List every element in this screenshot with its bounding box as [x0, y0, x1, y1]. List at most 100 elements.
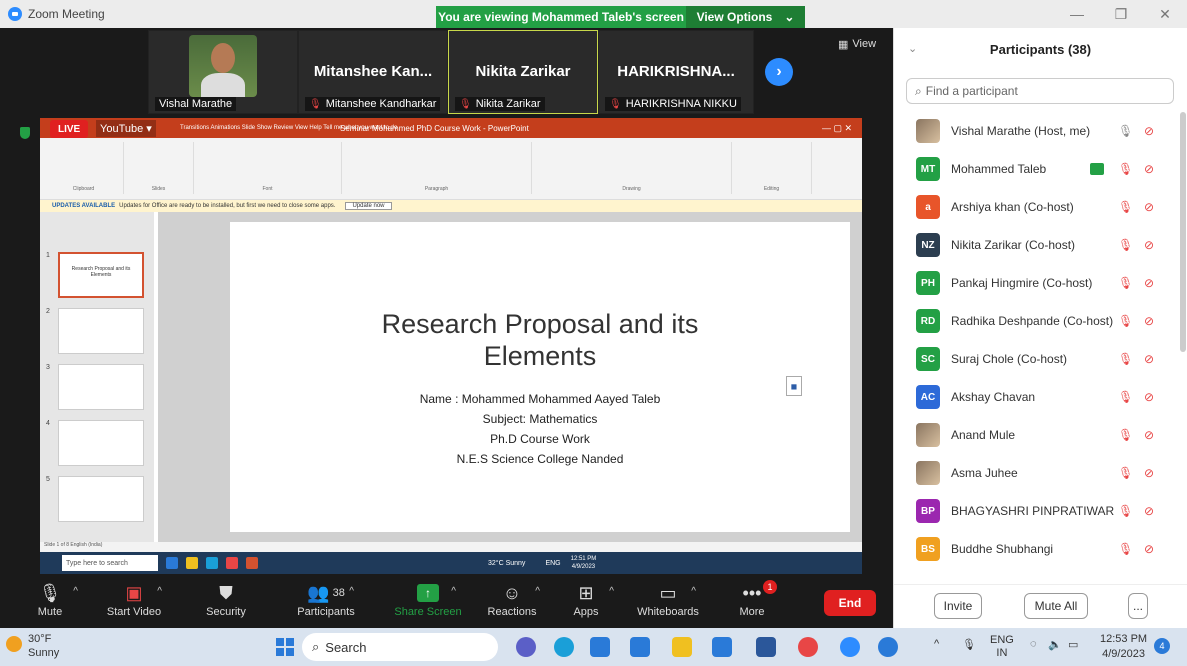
store-icon[interactable]: [590, 637, 610, 657]
video-off-icon[interactable]: ⊘: [1144, 390, 1154, 404]
edge-icon[interactable]: [554, 637, 574, 657]
mic-muted-icon[interactable]: 🎙: [1118, 428, 1133, 442]
view-button[interactable]: ▦ View: [838, 38, 876, 51]
slide-thumbnail[interactable]: [58, 420, 144, 466]
weather-widget[interactable]: 30°F Sunny: [28, 632, 59, 660]
teams-icon[interactable]: [516, 637, 536, 657]
restore-button[interactable]: ❐: [1099, 0, 1143, 28]
video-off-icon[interactable]: ⊘: [1144, 162, 1154, 176]
video-off-icon: ▣: [125, 582, 143, 603]
slide-line: Ph.D Course Work: [490, 432, 590, 446]
chevron-up-icon[interactable]: ^: [934, 638, 939, 650]
whiteboards-button[interactable]: ▭ Whiteboards ^: [628, 580, 708, 624]
view-options-button[interactable]: View Options ⌄: [686, 6, 805, 28]
participant-row[interactable]: MT Mohammed Taleb 🎙 ⊘: [894, 150, 1180, 188]
mic-muted-icon[interactable]: 🎙: [1118, 162, 1133, 176]
mic-muted-icon[interactable]: 🎙: [1118, 352, 1133, 366]
mail-icon[interactable]: [630, 637, 650, 657]
video-off-icon[interactable]: ⊘: [1144, 352, 1154, 366]
next-page-button[interactable]: ›: [765, 58, 793, 86]
apps-button[interactable]: ⊞ Apps ^: [546, 580, 626, 624]
video-off-icon[interactable]: ⊘: [1144, 314, 1154, 328]
participant-row[interactable]: RD Radhika Deshpande (Co-host) 🎙 ⊘: [894, 302, 1180, 340]
slide-thumbnail[interactable]: Research Proposal and its Elements: [58, 252, 144, 298]
share-screen-button[interactable]: ↑ Share Screen ^: [388, 580, 468, 624]
security-button[interactable]: ⛊ Security: [186, 580, 266, 624]
bookmark-icon[interactable]: ◼: [786, 376, 802, 396]
clock[interactable]: 12:53 PM 4/9/2023: [1100, 632, 1147, 662]
slide-thumbnail[interactable]: [58, 308, 144, 354]
wifi-icon[interactable]: ◌: [1030, 638, 1037, 650]
word-icon[interactable]: [756, 637, 776, 657]
ribbon-group: Editing: [732, 142, 812, 194]
participant-name: Buddhe Shubhangi: [951, 542, 1054, 556]
more-options-button[interactable]: ...: [1128, 593, 1148, 619]
speaker-icon[interactable]: 🔈: [1048, 638, 1062, 651]
windows-start-icon[interactable]: [276, 638, 294, 656]
participant-row[interactable]: AC Akshay Chavan 🎙 ⊘: [894, 378, 1180, 416]
live-badge[interactable]: LIVE: [50, 120, 89, 138]
mute-button[interactable]: 🎙 Mute ^: [10, 580, 90, 624]
notification-count[interactable]: 4: [1154, 638, 1170, 654]
battery-icon[interactable]: ▭: [1068, 638, 1078, 651]
inner-lang: ENG: [545, 559, 561, 567]
mute-all-button[interactable]: Mute All: [1024, 593, 1088, 619]
invite-button[interactable]: Invite: [934, 593, 982, 619]
security-shield-icon: [20, 127, 30, 139]
start-video-button[interactable]: ▣ Start Video ^: [94, 580, 174, 624]
mic-muted-icon[interactable]: 🎙: [1118, 466, 1133, 480]
microphone-icon[interactable]: 🎙: [962, 638, 976, 651]
mic-muted-icon[interactable]: 🎙: [1118, 390, 1133, 404]
video-off-icon[interactable]: ⊘: [1144, 276, 1154, 290]
minimize-button[interactable]: —: [1055, 0, 1099, 28]
video-off-icon[interactable]: ⊘: [1144, 200, 1154, 214]
participant-row[interactable]: Asma Juhee 🎙 ⊘: [894, 454, 1180, 492]
end-button[interactable]: End: [824, 590, 876, 616]
participant-row[interactable]: PH Pankaj Hingmire (Co-host) 🎙 ⊘: [894, 264, 1180, 302]
youtube-dropdown[interactable]: YouTube ▾: [96, 120, 156, 137]
chevron-down-icon: ⌄: [784, 10, 795, 24]
reactions-button[interactable]: ☺ Reactions ^: [472, 580, 552, 624]
mic-muted-icon[interactable]: 🎙: [1118, 504, 1133, 518]
video-off-icon[interactable]: ⊘: [1144, 238, 1154, 252]
close-button[interactable]: ✕: [1143, 0, 1187, 28]
participant-search-input[interactable]: ⌕ Find a participant: [906, 78, 1174, 104]
video-off-icon[interactable]: ⊘: [1144, 542, 1154, 556]
chevron-up-icon: ^: [691, 586, 696, 597]
video-tile-active[interactable]: Nikita Zarikar 🎙 Nikita Zarikar: [448, 30, 598, 114]
participant-row[interactable]: NZ Nikita Zarikar (Co-host) 🎙 ⊘: [894, 226, 1180, 264]
participant-row[interactable]: a Arshiya khan (Co-host) 🎙 ⊘: [894, 188, 1180, 226]
chevron-up-icon: ^: [157, 586, 162, 597]
mic-muted-icon[interactable]: 🎙: [1118, 314, 1133, 328]
chrome-icon[interactable]: [798, 637, 818, 657]
participant-row[interactable]: BP BHAGYASHRI PINPRATIWAR 🎙 ⊘: [894, 492, 1180, 530]
language-indicator[interactable]: ENG IN: [990, 634, 1014, 660]
mic-muted-icon[interactable]: 🎙: [1118, 542, 1133, 556]
mic-muted-icon[interactable]: 🎙: [1118, 200, 1133, 214]
video-tile[interactable]: Mitanshee Kan... 🎙 Mitanshee Kandharkar: [298, 30, 448, 114]
video-off-icon[interactable]: ⊘: [1144, 428, 1154, 442]
participants-button[interactable]: 👥 38 Participants ^: [286, 580, 366, 624]
more-button[interactable]: ••• More: [712, 580, 792, 624]
slide-thumbnail[interactable]: [58, 476, 144, 522]
app-icon[interactable]: [878, 637, 898, 657]
video-tile[interactable]: Vishal Marathe: [148, 30, 298, 114]
slide-thumbnail[interactable]: [58, 364, 144, 410]
zoom-icon[interactable]: [840, 637, 860, 657]
video-off-icon[interactable]: ⊘: [1144, 466, 1154, 480]
taskbar-search[interactable]: ⌕ Search: [302, 633, 498, 661]
mic-muted-icon[interactable]: 🎙: [1118, 276, 1133, 290]
video-tile[interactable]: HARIKRISHNA... 🎙 HARIKRISHNA NIKKU: [598, 30, 754, 114]
participant-scrollbar[interactable]: [1180, 112, 1186, 352]
participant-row[interactable]: Anand Mule 🎙 ⊘: [894, 416, 1180, 454]
video-off-icon[interactable]: ⊘: [1144, 504, 1154, 518]
participant-row[interactable]: BS Buddhe Shubhangi 🎙 ⊘: [894, 530, 1180, 568]
app-icon[interactable]: [712, 637, 732, 657]
participant-row[interactable]: SC Suraj Chole (Co-host) 🎙 ⊘: [894, 340, 1180, 378]
file-explorer-icon[interactable]: [672, 637, 692, 657]
mic-muted-icon[interactable]: 🎙: [1118, 238, 1133, 252]
participant-row[interactable]: Vishal Marathe (Host, me) 🎙 ⊘: [894, 112, 1180, 150]
mic-icon[interactable]: 🎙: [1118, 124, 1133, 138]
update-now-button[interactable]: Update now: [345, 202, 392, 210]
video-off-icon[interactable]: ⊘: [1144, 124, 1154, 138]
